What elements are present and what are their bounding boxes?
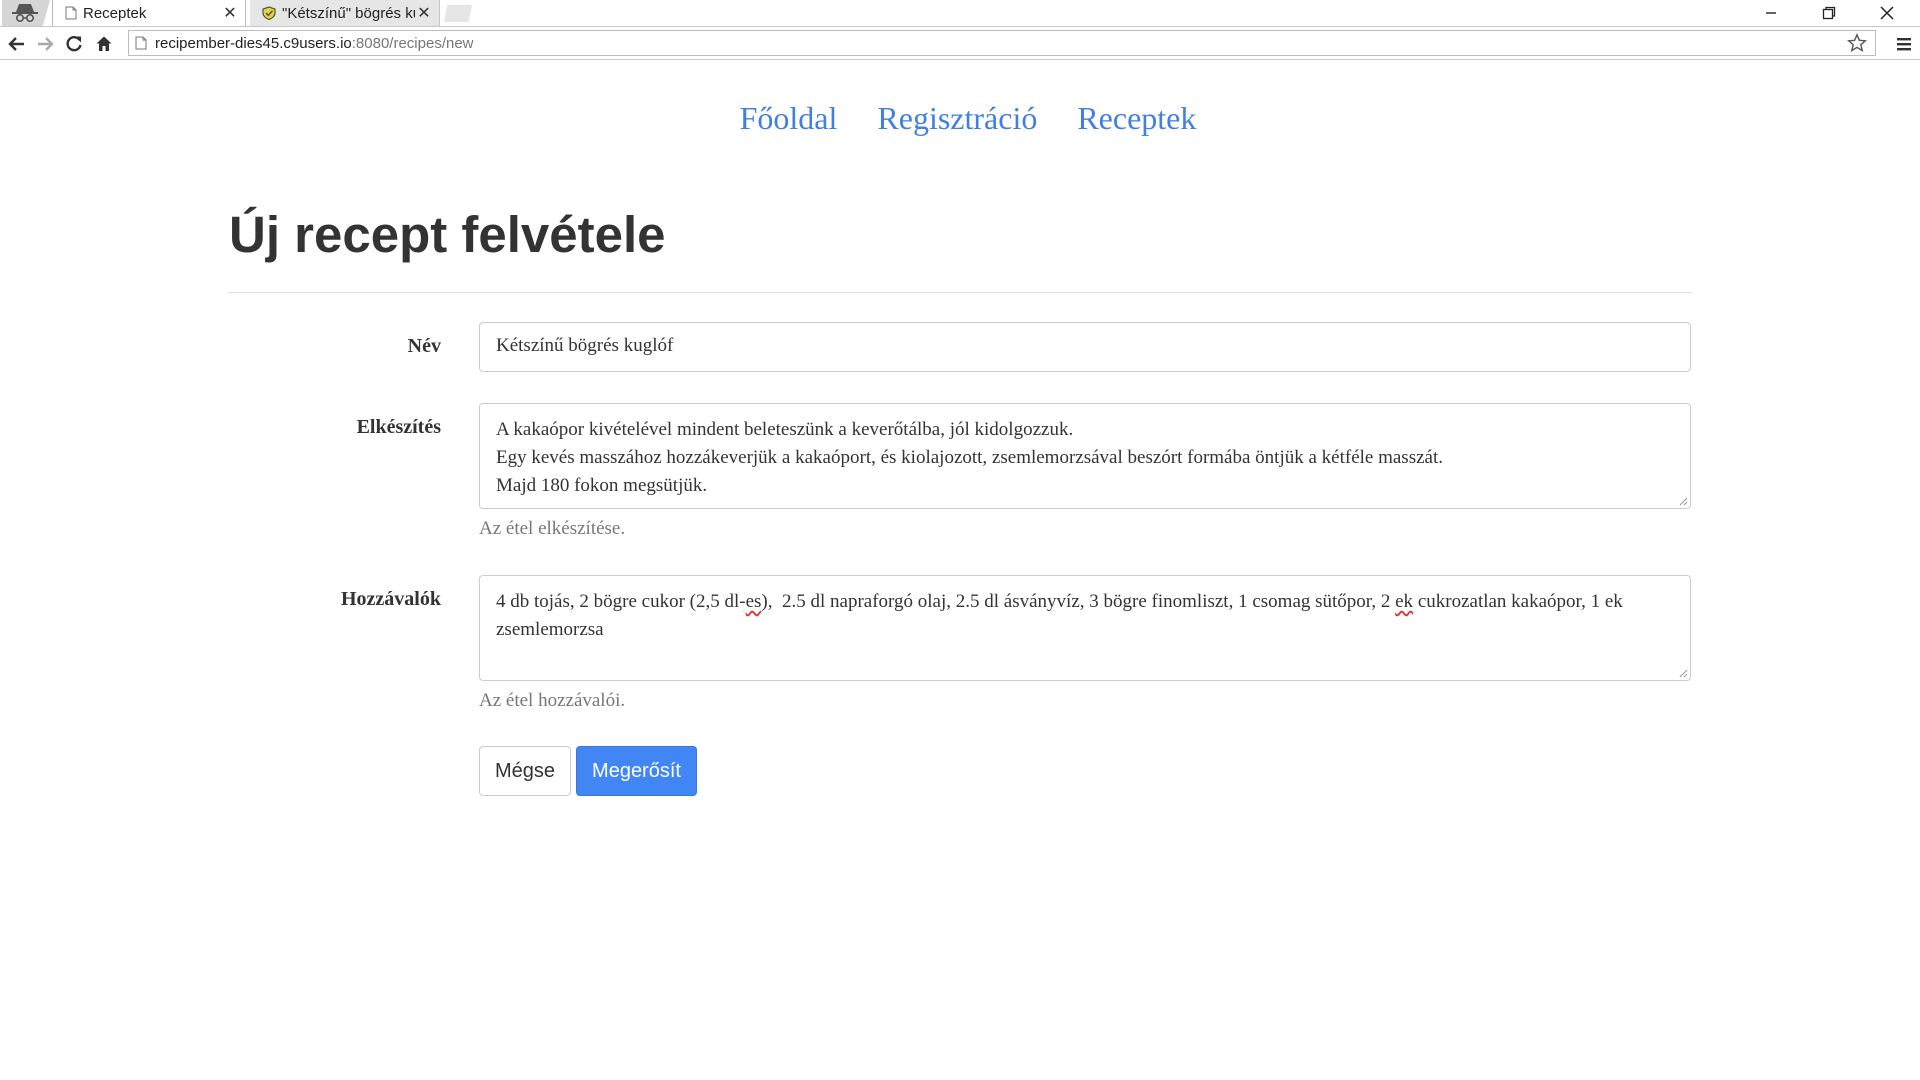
- spellcheck-word: ek: [1395, 591, 1414, 612]
- back-arrow-icon[interactable]: [6, 33, 28, 55]
- preparation-label: Elkészítés: [356, 416, 441, 438]
- shield-favicon-icon: [262, 6, 276, 20]
- incognito-icon: [2, 0, 50, 26]
- ingredients-label: Hozzávalók: [341, 588, 441, 610]
- tab-strip: Receptek ✕ "Kétszínű" bögrés ku ✕: [0, 0, 1920, 26]
- tab-close-icon[interactable]: ✕: [221, 3, 239, 23]
- tab-title: Receptek: [83, 4, 147, 22]
- resize-grip-icon[interactable]: [1679, 497, 1688, 506]
- browser-toolbar: recipember-dies45.c9users.io:8080/recipe…: [0, 26, 1920, 60]
- forward-arrow-icon[interactable]: [34, 33, 56, 55]
- page-info-icon[interactable]: [135, 36, 147, 50]
- ingredients-text: 4 db tojás, 2 bögre cukor (2,5 dl-es), 2…: [496, 591, 1623, 640]
- nav-link-home[interactable]: Főoldal: [740, 100, 838, 137]
- ingredients-help-text: Az étel hozzávalói.: [479, 690, 626, 711]
- tab-receptek[interactable]: Receptek ✕: [52, 0, 246, 26]
- main-nav: Főoldal Regisztráció Receptek: [0, 100, 1920, 137]
- name-label: Név: [407, 335, 441, 357]
- resize-grip-icon[interactable]: [1679, 669, 1688, 678]
- page-icon: [65, 6, 77, 20]
- bookmark-star-icon[interactable]: [1846, 33, 1868, 58]
- new-tab-button[interactable]: [444, 5, 472, 22]
- tab-close-icon[interactable]: ✕: [415, 3, 433, 23]
- minimize-icon[interactable]: [1742, 0, 1800, 26]
- page-title: Új recept felvétele: [229, 206, 666, 263]
- preparation-textarea[interactable]: A kakaópor kivételével mindent beleteszü…: [479, 403, 1691, 509]
- preparation-line: A kakaópor kivételével mindent beleteszü…: [496, 419, 1074, 440]
- home-icon[interactable]: [93, 33, 115, 55]
- preparation-line: Egy kevés masszához hozzákeverjük a kaka…: [496, 447, 1443, 468]
- browser-menu-icon[interactable]: [1894, 33, 1914, 55]
- restore-icon[interactable]: [1800, 0, 1858, 26]
- address-bar[interactable]: recipember-dies45.c9users.io:8080/recipe…: [128, 30, 1876, 56]
- tab-recipe-external[interactable]: "Kétszínű" bögrés ku ✕: [250, 0, 440, 26]
- tab-title: "Kétszínű" bögrés ku: [282, 4, 415, 22]
- nav-link-register[interactable]: Regisztráció: [877, 100, 1037, 137]
- preparation-line: Majd 180 fokon megsütjük.: [496, 475, 708, 496]
- nav-link-recipes[interactable]: Receptek: [1077, 100, 1196, 137]
- close-window-icon[interactable]: [1858, 0, 1916, 26]
- preparation-help-text: Az étel elkészítése.: [479, 518, 626, 539]
- name-input[interactable]: Kétszínű bögrés kuglóf: [479, 322, 1691, 372]
- url-text: recipember-dies45.c9users.io:8080/recipe…: [155, 34, 474, 52]
- spellcheck-word: es: [745, 591, 762, 612]
- submit-button[interactable]: Megerősít: [576, 746, 697, 796]
- divider: [229, 292, 1691, 293]
- reload-icon[interactable]: [63, 33, 85, 55]
- cancel-button[interactable]: Mégse: [479, 746, 571, 796]
- ingredients-textarea[interactable]: 4 db tojás, 2 bögre cukor (2,5 dl-es), 2…: [479, 575, 1691, 681]
